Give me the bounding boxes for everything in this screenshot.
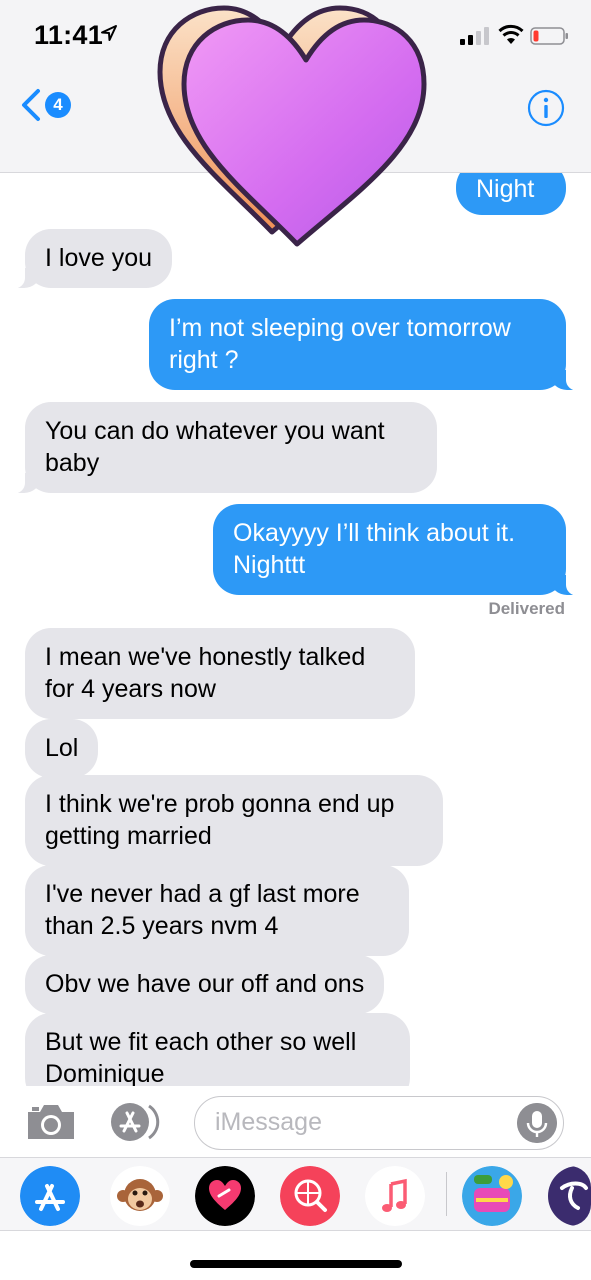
message-bubble-incoming[interactable]: But we fit each other so well Dominique (25, 1013, 410, 1086)
message-bubble-incoming[interactable]: Lol (25, 719, 99, 778)
message-bubble-outgoing[interactable]: I’m not sleeping over tomorrow right ? (149, 299, 591, 391)
home-indicator[interactable] (190, 1260, 402, 1268)
camera-icon[interactable] (24, 1102, 78, 1142)
message-bubble-incoming[interactable]: I love you (0, 229, 173, 289)
monkey-icon[interactable] (110, 1166, 170, 1226)
message-bubble-incoming[interactable]: I mean we've honestly talked for 4 years… (25, 628, 415, 719)
message-bubble-incoming[interactable]: You can do whatever you want baby (0, 402, 437, 494)
message-input[interactable]: iMessage (194, 1096, 564, 1150)
compose-bar: iMessage (0, 1086, 591, 1158)
message-bubble-incoming[interactable]: I think we're prob gonna end up getting … (25, 775, 443, 866)
purple-heart-sticker[interactable] (152, 0, 442, 255)
message-bubble-outgoing[interactable]: Night (456, 173, 566, 215)
delivered-status: Delivered (488, 599, 565, 618)
music-note-icon[interactable] (365, 1166, 425, 1226)
candy-game-icon[interactable] (462, 1166, 522, 1226)
cellular-signal-icon (460, 27, 489, 45)
app-icon[interactable] (548, 1166, 591, 1226)
info-icon[interactable] (527, 89, 565, 127)
message-bubble-incoming[interactable]: I've never had a gf last more than 2.5 y… (25, 865, 409, 956)
unread-count-badge[interactable]: 4 (45, 92, 71, 118)
app-store-drawer-icon[interactable] (108, 1100, 168, 1144)
globe-search-icon[interactable] (280, 1166, 340, 1226)
chevron-left-icon[interactable] (18, 88, 42, 122)
message-bubble-incoming[interactable]: Obv we have our off and ons (25, 955, 385, 1014)
heart-touch-icon[interactable] (195, 1166, 255, 1226)
microphone-icon[interactable] (517, 1103, 557, 1143)
status-time: 11:41 (34, 20, 104, 50)
message-bubble-outgoing[interactable]: Okayyyy I’ll think about it. Nighttt (213, 504, 591, 596)
drawer-divider (446, 1172, 447, 1216)
app-store-icon[interactable] (20, 1166, 80, 1226)
message-thread[interactable]: Night I love you I’m not sleeping over t… (0, 173, 591, 1086)
wifi-icon (498, 24, 524, 44)
imessage-app-drawer (0, 1157, 591, 1231)
message-input-placeholder: iMessage (215, 1108, 322, 1136)
location-arrow-icon (101, 25, 117, 41)
battery-icon (530, 27, 568, 45)
